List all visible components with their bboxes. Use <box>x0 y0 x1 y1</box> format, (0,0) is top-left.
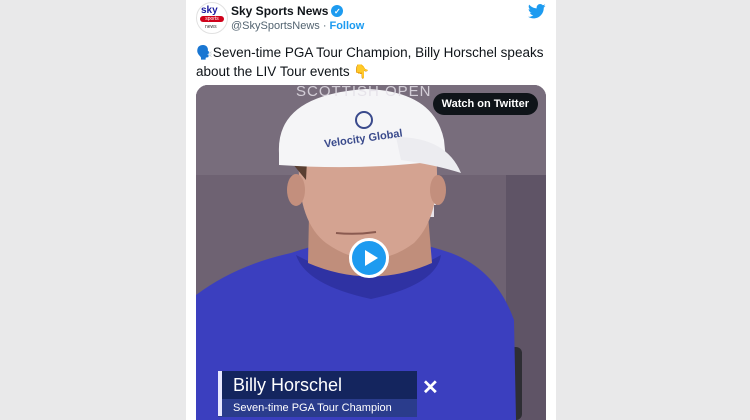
lower-third: Billy Horschel Seven-time PGA Tour Champ… <box>218 371 439 417</box>
twitter-bird-icon[interactable] <box>528 4 546 19</box>
play-icon <box>364 250 378 266</box>
watch-on-twitter-button[interactable]: Watch on Twitter <box>432 93 538 115</box>
author-name-row[interactable]: Sky Sports News ✓ <box>231 4 344 18</box>
author-name[interactable]: Sky Sports News <box>231 4 328 18</box>
broadcaster-x-icon: ✕ <box>422 377 439 399</box>
lower-third-name: Billy Horschel <box>218 371 417 399</box>
video-player[interactable]: X SCOTTISH OPEN Velocity Global Wat <box>196 85 546 420</box>
tweet-card: sky sports news Sky Sports News ✓ @SkySp… <box>186 0 556 420</box>
lower-third-accent <box>218 371 222 416</box>
follow-button[interactable]: Follow <box>329 20 364 32</box>
handle-row: @SkySportsNews · Follow <box>231 20 364 32</box>
avatar[interactable]: sky sports news <box>196 2 228 34</box>
separator-dot: · <box>322 20 327 32</box>
avatar-logo-sky: sky <box>201 5 218 16</box>
author-handle[interactable]: @SkySportsNews <box>231 20 320 32</box>
backdrop-sign-text: SCOTTISH OPEN <box>296 85 432 100</box>
avatar-logo-sports: sports <box>200 16 224 22</box>
verified-badge-icon: ✓ <box>331 5 344 17</box>
play-button[interactable] <box>349 238 389 278</box>
tweet-text: 🗣️Seven-time PGA Tour Champion, Billy Ho… <box>196 45 544 79</box>
avatar-logo-news: news <box>205 24 217 30</box>
lower-third-title: Seven-time PGA Tour Champion <box>218 399 417 417</box>
